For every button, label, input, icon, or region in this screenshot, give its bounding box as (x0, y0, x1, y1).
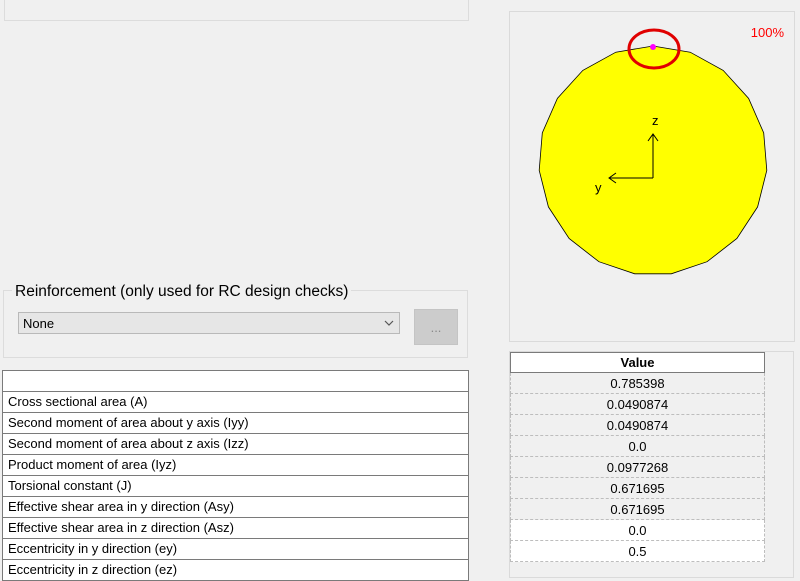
zoom-level: 100% (750, 25, 784, 40)
value-cell: 0.671695 (510, 477, 765, 499)
table-row (2, 370, 469, 392)
table-row: 0.0 (510, 435, 765, 457)
top-panel (4, 0, 469, 21)
property-label: Second moment of area about y axis (Iyy) (2, 412, 469, 434)
values-panel: Value 0.785398 0.0490874 0.0490874 0.0 0… (509, 351, 794, 578)
property-label: Cross sectional area (A) (2, 391, 469, 413)
reinforcement-title: Reinforcement (only used for RC design c… (12, 283, 352, 301)
table-row: Second moment of area about y axis (Iyy) (2, 412, 469, 434)
value-cell: 0.0490874 (510, 393, 765, 415)
table-row: 0.5 (510, 540, 765, 562)
values-table: Value 0.785398 0.0490874 0.0490874 0.0 0… (510, 352, 765, 562)
table-row: 0.785398 (510, 372, 765, 394)
value-cell: 0.0 (510, 435, 765, 457)
section-drawing: z y (538, 28, 768, 275)
table-row: 0.0490874 (510, 414, 765, 436)
table-row: Eccentricity in z direction (ez) (2, 559, 469, 581)
value-cell: 0.0977268 (510, 456, 765, 478)
value-cell: 0.785398 (510, 372, 765, 394)
table-row: Second moment of area about z axis (Izz) (2, 433, 469, 455)
table-row: 0.0977268 (510, 456, 765, 478)
table-row: 0.0490874 (510, 393, 765, 415)
reference-point (650, 44, 656, 50)
reinforcement-browse-button[interactable]: ... (414, 309, 458, 345)
table-row: 0.671695 (510, 477, 765, 499)
property-label: Torsional constant (J) (2, 475, 469, 497)
value-input-ey[interactable]: 0.5 (510, 540, 765, 562)
value-cell: 0.671695 (510, 498, 765, 520)
value-cell: 0.0490874 (510, 414, 765, 436)
table-row: 0.671695 (510, 498, 765, 520)
table-row: 0.0 (510, 519, 765, 541)
table-row: Eccentricity in y direction (ey) (2, 538, 469, 560)
property-label: Product moment of area (Iyz) (2, 454, 469, 476)
reinforcement-group: Reinforcement (only used for RC design c… (3, 283, 468, 358)
value-input-asz[interactable]: 0.0 (510, 519, 765, 541)
table-row: Torsional constant (J) (2, 475, 469, 497)
axis-y-label: y (595, 180, 602, 195)
table-row: Product moment of area (Iyz) (2, 454, 469, 476)
property-label: Second moment of area about z axis (Izz) (2, 433, 469, 455)
table-row: Effective shear area in z direction (Asz… (2, 517, 469, 539)
section-preview: z y 100% (509, 11, 795, 342)
property-label: Eccentricity in y direction (ey) (2, 538, 469, 560)
reinforcement-select[interactable]: None (18, 312, 400, 334)
value-column-header: Value (510, 352, 765, 373)
table-row: Cross sectional area (A) (2, 391, 469, 413)
properties-table: Cross sectional area (A) Second moment o… (2, 370, 469, 581)
property-label: Eccentricity in z direction (ez) (2, 559, 469, 581)
property-label: Effective shear area in y direction (Asy… (2, 496, 469, 518)
table-row: Effective shear area in y direction (Asy… (2, 496, 469, 518)
property-label (2, 370, 469, 392)
axis-z-label: z (652, 113, 659, 128)
reinforcement-selected-value: None (23, 316, 55, 331)
property-label: Effective shear area in z direction (Asz… (2, 517, 469, 539)
chevron-down-icon (384, 320, 394, 326)
